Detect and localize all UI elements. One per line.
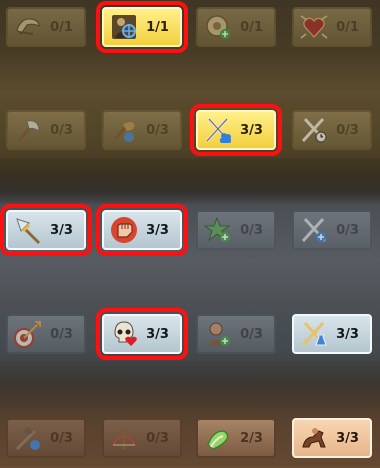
crossed-swords-plus-icon bbox=[299, 215, 329, 245]
skill-slot[interactable]: 0/3 bbox=[292, 110, 372, 150]
skill-slot[interactable]: 0/3 bbox=[196, 314, 276, 354]
crossed-swords-flask-icon bbox=[299, 319, 329, 349]
skill-slot[interactable]: 3/3 bbox=[190, 104, 282, 156]
skill-level-count: 0/3 bbox=[240, 326, 263, 342]
skill-level-count: 0/1 bbox=[50, 19, 73, 35]
skill-level-count: 0/3 bbox=[146, 430, 169, 446]
skill-level-count: 0/3 bbox=[336, 222, 359, 238]
skill-slot[interactable]: 3/3 bbox=[96, 204, 188, 256]
skill-level-count: 0/3 bbox=[50, 430, 73, 446]
skill-level-count: 3/3 bbox=[50, 222, 73, 238]
soldier-plus-icon bbox=[203, 319, 233, 349]
wolf-sword-icon bbox=[13, 423, 43, 453]
crossed-swords-clock-icon bbox=[299, 115, 329, 145]
crossbow-icon bbox=[109, 423, 139, 453]
skill-level-count: 0/1 bbox=[336, 19, 359, 35]
skill-slot[interactable]: 0/3 bbox=[6, 314, 86, 354]
spearhead-icon bbox=[13, 215, 43, 245]
skill-slot[interactable]: 0/3 bbox=[292, 210, 372, 250]
skull-heart-icon bbox=[109, 319, 139, 349]
skill-slot[interactable]: 0/3 bbox=[6, 110, 86, 150]
skill-level-count: 3/3 bbox=[336, 430, 359, 446]
skill-slot[interactable]: 0/3 bbox=[102, 110, 182, 150]
heart-burst-icon bbox=[299, 12, 329, 42]
skill-level-count: 0/3 bbox=[336, 122, 359, 138]
skill-slot[interactable]: 3/3 bbox=[292, 418, 372, 458]
skill-slot[interactable]: 0/3 bbox=[196, 210, 276, 250]
skill-level-count: 2/3 bbox=[240, 430, 263, 446]
skill-level-count: 0/3 bbox=[240, 222, 263, 238]
skill-level-count: 0/1 bbox=[240, 19, 263, 35]
skill-slot[interactable]: 0/1 bbox=[292, 7, 372, 47]
skill-slot[interactable]: 0/1 bbox=[196, 7, 276, 47]
skill-level-count: 3/3 bbox=[240, 122, 263, 138]
skill-slot[interactable]: 2/3 bbox=[196, 418, 276, 458]
crossed-swords-troops-icon bbox=[203, 115, 233, 145]
skill-level-count: 3/3 bbox=[146, 222, 169, 238]
skill-slot[interactable]: 1/1 bbox=[96, 1, 188, 53]
skill-level-count: 1/1 bbox=[146, 19, 169, 35]
skill-level-count: 0/3 bbox=[146, 122, 169, 138]
healing-hand-icon bbox=[203, 423, 233, 453]
skill-slot[interactable]: 0/3 bbox=[6, 418, 86, 458]
skill-level-count: 3/3 bbox=[146, 326, 169, 342]
target-reticle-icon bbox=[109, 12, 139, 42]
skill-level-count: 0/3 bbox=[50, 326, 73, 342]
horse-rider-icon bbox=[299, 423, 329, 453]
skill-slot[interactable]: 3/3 bbox=[292, 314, 372, 354]
axe-icon bbox=[13, 115, 43, 145]
green-star-plus-icon bbox=[203, 215, 233, 245]
skill-level-count: 3/3 bbox=[336, 326, 359, 342]
shield-guard-icon bbox=[109, 115, 139, 145]
round-shield-plus-icon bbox=[203, 12, 233, 42]
skill-slot[interactable]: 3/3 bbox=[96, 308, 188, 360]
arrow-target-icon bbox=[13, 319, 43, 349]
skill-slot[interactable]: 0/3 bbox=[102, 418, 182, 458]
raised-fist-icon bbox=[109, 215, 139, 245]
skill-slot[interactable]: 0/1 bbox=[6, 7, 86, 47]
skill-level-count: 0/3 bbox=[50, 122, 73, 138]
skill-slot[interactable]: 3/3 bbox=[0, 204, 92, 256]
horn-helmet-icon bbox=[13, 12, 43, 42]
